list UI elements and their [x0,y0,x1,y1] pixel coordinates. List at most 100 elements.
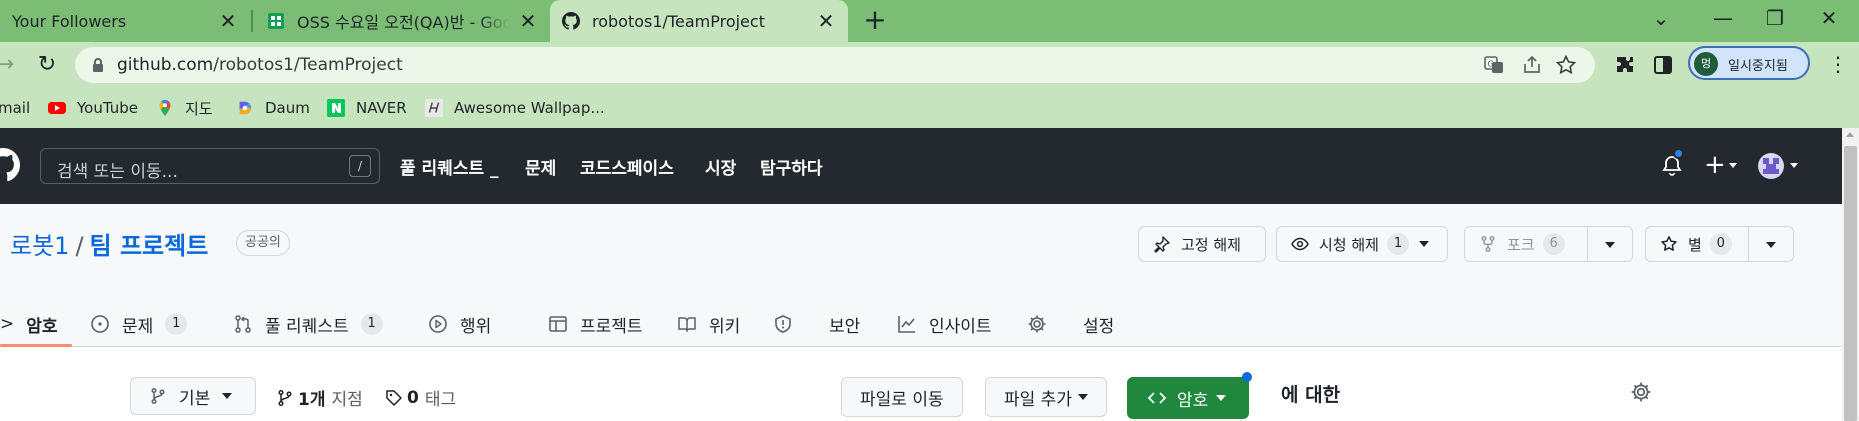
branches-link[interactable]: 1개 지점 [276,385,363,410]
browser-tab-active[interactable]: robotos1/TeamProject ✕ [550,0,848,42]
repo-name-link[interactable]: 팀 프로젝트 [90,232,209,260]
button-label: 별 [1688,235,1702,254]
pin-icon [1154,236,1170,253]
create-new-button[interactable]: + [1704,152,1726,178]
tab-projects[interactable]: 프로젝트 [548,304,643,344]
extensions-icon[interactable] [1614,54,1636,76]
gear-icon [1028,315,1046,333]
bookmark-daum[interactable]: Daum [235,97,310,119]
github-logo-icon[interactable] [0,148,20,182]
star-button[interactable]: 별 0 [1645,226,1749,262]
tab-title: robotos1/TeamProject [592,11,765,31]
chevron-down-icon [1077,394,1088,400]
button-label: 암호 [1177,390,1209,411]
restore-button[interactable]: ❐ [1760,6,1790,36]
tab-label: 문제 [122,316,154,337]
page-scrollbar[interactable] [1842,128,1859,421]
about-heading: 에 대한 [1281,384,1341,406]
chevron-down-icon [1766,242,1776,248]
tab-label: 인사이트 [929,316,992,337]
profile-button[interactable]: 멍 일시중지됨 [1688,46,1810,80]
nav-pull-requests[interactable]: 풀 리퀘스트 _ [400,154,499,179]
tab-search-icon[interactable]: ⌄ [1646,6,1676,36]
gear-icon[interactable] [1630,381,1652,403]
branch-selector[interactable]: 기본 [130,377,256,415]
side-panel-icon[interactable] [1652,54,1674,76]
reload-button[interactable]: ↻ [32,50,62,80]
avatar: 멍 [1694,52,1718,76]
star-list-button[interactable] [1748,226,1794,262]
share-icon[interactable] [1521,54,1543,76]
fork-options-button[interactable] [1587,226,1633,262]
scroll-up-arrow-icon[interactable] [1846,132,1854,137]
svg-text:G: G [1488,60,1494,69]
address-bar[interactable]: github.com/robotos1/TeamProject G [75,47,1595,83]
translate-icon[interactable]: G [1483,54,1505,76]
search-placeholder: 검색 또는 이동... [57,162,178,182]
button-label: 파일로 이동 [860,389,944,410]
tags-label: 태그 [424,390,457,410]
browser-tab-followers[interactable]: Your Followers ✕ [0,0,250,42]
lock-icon [93,58,103,72]
repo-owner-link[interactable]: 로봇1 [10,232,69,260]
nav-issues[interactable]: 문제 [525,154,556,179]
branch-icon [151,387,165,405]
tab-title: Your Followers [12,11,127,31]
forward-button[interactable]: → [0,50,20,80]
fork-button[interactable]: 포크 6 [1464,226,1588,262]
chevron-down-icon [1216,395,1227,401]
tab-actions[interactable]: 행위 [428,304,491,344]
tab-security[interactable]: 보안 [773,304,860,344]
nav-codespaces[interactable]: 코드스페이스 [580,154,674,179]
tab-code[interactable]: > 암호 [0,304,58,344]
button-label: 포크 [1507,235,1535,254]
github-search-input[interactable]: 검색 또는 이동... / [40,148,380,184]
google-maps-pin-icon [159,99,171,117]
shield-icon [775,315,791,333]
close-icon[interactable]: ✕ [816,9,836,33]
tab-label: 설정 [1083,316,1115,337]
close-icon[interactable]: ✕ [218,9,238,33]
bookmark-star-icon[interactable] [1555,54,1577,76]
code-button[interactable]: 암호 [1127,377,1249,419]
nav-marketplace[interactable]: 시장 [705,154,736,179]
bookmark-label: mail [0,99,31,117]
tab-title: OSS 수요일 오전(QA)반 - Googl [297,13,510,32]
tab-wiki[interactable]: 위키 [677,304,740,344]
tab-insights[interactable]: 인사이트 [897,304,992,344]
tab-settings[interactable]: 설정 [1027,304,1114,344]
tags-link[interactable]: 0 태그 [385,385,456,410]
browser-menu-icon[interactable]: ⋮ [1828,54,1848,76]
user-avatar[interactable] [1758,153,1784,179]
unwatch-button[interactable]: 시청 해제 1 [1276,226,1448,262]
watch-count: 1 [1386,233,1409,255]
go-to-file-button[interactable]: 파일로 이동 [841,377,963,417]
tab-issues[interactable]: 문제 1 [90,304,188,344]
close-icon[interactable]: ✕ [518,9,538,33]
add-file-button[interactable]: 파일 추가 [985,377,1107,417]
bookmark-maps[interactable]: 지도 [155,97,213,119]
tab-pull-requests[interactable]: 풀 리퀘스트 1 [233,304,383,344]
button-label: 고정 해제 [1181,235,1241,254]
nav-explore[interactable]: 탐구하다 [760,154,823,179]
bookmark-mail[interactable]: mail [0,97,30,119]
scroll-thumb[interactable] [1844,146,1857,421]
graph-icon [898,316,915,333]
eye-icon [1291,237,1309,251]
branch-icon [278,389,292,406]
bookmark-naver[interactable]: NAVER [326,97,407,119]
minimize-button[interactable]: — [1708,6,1738,36]
code-brackets-icon [1147,392,1167,404]
tab-count: 1 [165,313,188,335]
bookmark-wallpaper[interactable]: Awesome Wallpap... [424,97,605,119]
bookmark-label: NAVER [356,99,407,117]
unpin-button[interactable]: 고정 해제 [1138,226,1266,262]
browser-tab-sheets[interactable]: OSS 수요일 오전(QA)반 - Googl ✕ [255,0,550,42]
bookmark-youtube[interactable]: YouTube [47,97,138,119]
new-tab-button[interactable]: + [860,6,890,36]
pull-request-icon [235,315,251,333]
tab-label: 프로젝트 [580,316,643,337]
github-icon [562,12,580,30]
window-close-button[interactable]: ✕ [1814,6,1844,36]
google-sheets-icon [268,13,284,29]
